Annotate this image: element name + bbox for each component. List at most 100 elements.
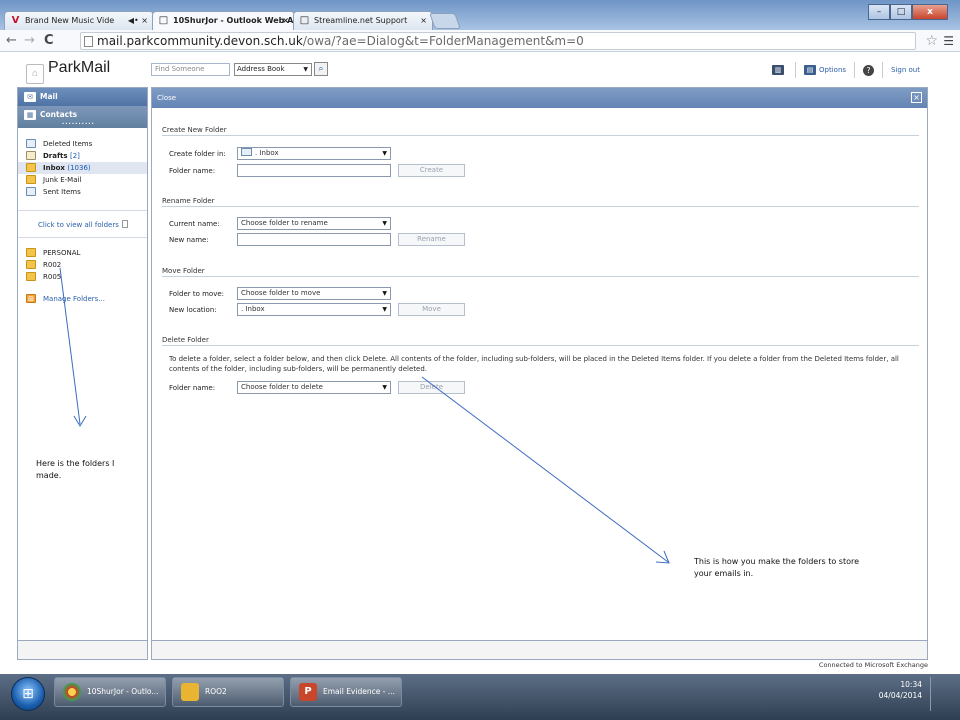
powerpoint-icon: P xyxy=(299,683,317,701)
folder-icon xyxy=(26,260,36,269)
folder-name-label: Folder name: xyxy=(169,167,216,175)
windows-taskbar: ⊞ 10ShurJor - Outlo... ROO2 P Email Evid… xyxy=(0,674,960,720)
folder-label: R002 xyxy=(43,261,62,269)
new-location-select[interactable]: . Inbox ▼ xyxy=(237,303,391,316)
nav-mail-label: Mail xyxy=(40,92,58,101)
forward-arrow-icon[interactable]: → xyxy=(24,32,35,50)
dropdown-arrow-icon: ▼ xyxy=(303,66,308,73)
sent-icon xyxy=(26,187,36,196)
folder-item-r002[interactable]: R002 xyxy=(18,259,147,271)
rename-folder-heading: Rename Folder xyxy=(162,196,919,207)
view-all-folders-link[interactable]: Click to view all folders xyxy=(18,210,147,238)
divider xyxy=(882,62,884,78)
pane-resize-handle[interactable]: .......... xyxy=(62,120,95,126)
dropdown-arrow-icon: ▼ xyxy=(382,150,387,157)
new-tab-button[interactable] xyxy=(429,13,461,29)
taskbar-label: 10ShurJor - Outlo... xyxy=(87,687,159,696)
browser-tab-music[interactable]: V Brand New Music Vide ◀• × xyxy=(4,11,154,30)
contacts-icon: ▦ xyxy=(24,110,36,120)
maximize-button[interactable]: □ xyxy=(890,4,912,20)
current-name-label: Current name: xyxy=(169,220,220,228)
main-pane-footer xyxy=(151,640,928,660)
taskbar-item-powerpoint[interactable]: P Email Evidence - ... xyxy=(290,677,402,707)
page-icon: □ xyxy=(158,15,169,26)
nav-contacts-button[interactable]: ▦ Contacts .......... xyxy=(18,106,147,128)
folder-count: (1036) xyxy=(67,164,91,172)
back-arrow-icon[interactable]: ← xyxy=(6,32,17,50)
folder-item-drafts[interactable]: Drafts [2] xyxy=(18,150,147,162)
clock-date: 04/04/2014 xyxy=(878,691,922,700)
browser-tab-streamline[interactable]: □ Streamline.net Support × xyxy=(293,11,433,30)
logo-text: ParkMail xyxy=(48,59,111,76)
owa-header: ⌂ ParkMail Find Someone Address Book ▼ ⌕ … xyxy=(0,53,960,87)
rename-folder-select[interactable]: Choose folder to rename ▼ xyxy=(237,217,391,230)
how-to-annotation: This is how you make the folders to stor… xyxy=(694,557,860,578)
window-controls: – □ x xyxy=(868,4,948,20)
move-button[interactable]: Move xyxy=(398,303,465,316)
parkmail-logo: ⌂ ParkMail xyxy=(26,59,110,84)
folder-item-junk[interactable]: Junk E-Mail xyxy=(18,174,147,186)
minimize-button[interactable]: – xyxy=(868,4,890,20)
dropdown-arrow-icon: ▼ xyxy=(382,290,387,297)
rename-button[interactable]: Rename xyxy=(398,233,465,246)
bookmark-star-icon[interactable]: ☆ xyxy=(925,32,938,50)
folder-item-sent[interactable]: Sent Items xyxy=(18,186,147,198)
tab-label: Streamline.net Support xyxy=(314,16,408,25)
tab-close-icon[interactable]: × xyxy=(282,12,289,29)
taskbar-item-chrome[interactable]: 10ShurJor - Outlo... xyxy=(54,677,166,707)
connection-status: Connected to Microsoft Exchange xyxy=(818,661,928,669)
menu-icon[interactable]: ☰ xyxy=(943,32,954,50)
mail-icon: ✉ xyxy=(24,92,36,102)
address-book-icon[interactable]: ▥ xyxy=(772,65,785,75)
show-desktop-button[interactable] xyxy=(930,677,940,711)
folder-item-personal[interactable]: PERSONAL xyxy=(18,247,147,259)
folder-label: Deleted Items xyxy=(43,140,93,148)
options-icon: ▤ xyxy=(804,65,817,75)
folder-label: R005 xyxy=(43,273,62,281)
divider xyxy=(854,62,856,78)
folder-label: PERSONAL xyxy=(43,249,81,257)
search-button[interactable]: ⌕ xyxy=(314,62,328,76)
folder-item-r005[interactable]: R005 xyxy=(18,271,147,283)
find-someone-input[interactable]: Find Someone xyxy=(151,63,230,76)
create-button[interactable]: Create xyxy=(398,164,465,177)
manage-folders-label: Manage Folders... xyxy=(43,295,105,303)
delete-folder-select[interactable]: Choose folder to delete ▼ xyxy=(237,381,391,394)
address-bar-row: ← → C mail.parkcommunity.devon.sch.uk/ow… xyxy=(0,30,960,52)
system-clock[interactable]: 10:34 04/04/2014 xyxy=(879,679,922,701)
dropdown-arrow-icon: ▼ xyxy=(382,220,387,227)
new-name-input[interactable] xyxy=(237,233,391,246)
close-icon[interactable]: × xyxy=(911,92,922,103)
nav-mail-button[interactable]: ✉ Mail xyxy=(18,88,147,106)
taskbar-label: Email Evidence - ... xyxy=(323,687,395,696)
start-button[interactable]: ⊞ xyxy=(11,677,45,711)
taskbar-item-folder[interactable]: ROO2 xyxy=(172,677,284,707)
folder-label: Inbox xyxy=(43,164,65,172)
draft-icon xyxy=(26,151,36,160)
close-link[interactable]: Close xyxy=(157,94,176,102)
new-folder-name-input[interactable] xyxy=(237,164,391,177)
location-select-value: . Inbox xyxy=(241,305,265,313)
folder-item-inbox[interactable]: Inbox (1036) xyxy=(18,162,147,174)
tab-label: 10ShurJor - Outlook Web A xyxy=(173,16,294,25)
tab-close-icon[interactable]: × xyxy=(420,12,427,29)
move-folder-select[interactable]: Choose folder to move ▼ xyxy=(237,287,391,300)
browser-tab-outlook[interactable]: □ 10ShurJor - Outlook Web A × xyxy=(152,11,295,31)
reload-icon[interactable]: C xyxy=(44,32,54,50)
address-book-select[interactable]: Address Book ▼ xyxy=(234,63,312,76)
manage-folders-link[interactable]: ⊞ Manage Folders... xyxy=(18,293,147,305)
tab-close-icon[interactable]: ◀• × xyxy=(128,12,148,29)
move-folder-heading: Move Folder xyxy=(162,266,919,277)
folder-item-deleted[interactable]: Deleted Items xyxy=(18,138,147,150)
vevo-icon: V xyxy=(11,15,20,26)
close-window-button[interactable]: x xyxy=(912,4,948,20)
help-icon[interactable]: ? xyxy=(863,64,875,76)
url-input[interactable]: mail.parkcommunity.devon.sch.uk/owa/?ae=… xyxy=(80,32,916,50)
sign-out-link[interactable]: Sign out xyxy=(891,66,920,74)
folders-annotation: Here is the folders I made. xyxy=(36,459,115,480)
url-host: mail.parkcommunity.devon.sch.uk xyxy=(97,34,303,48)
folder-count: [2] xyxy=(69,152,80,160)
delete-button[interactable]: Delete xyxy=(398,381,465,394)
options-link[interactable]: Options xyxy=(819,66,846,74)
create-in-select[interactable]: . Inbox ▼ xyxy=(237,147,391,160)
